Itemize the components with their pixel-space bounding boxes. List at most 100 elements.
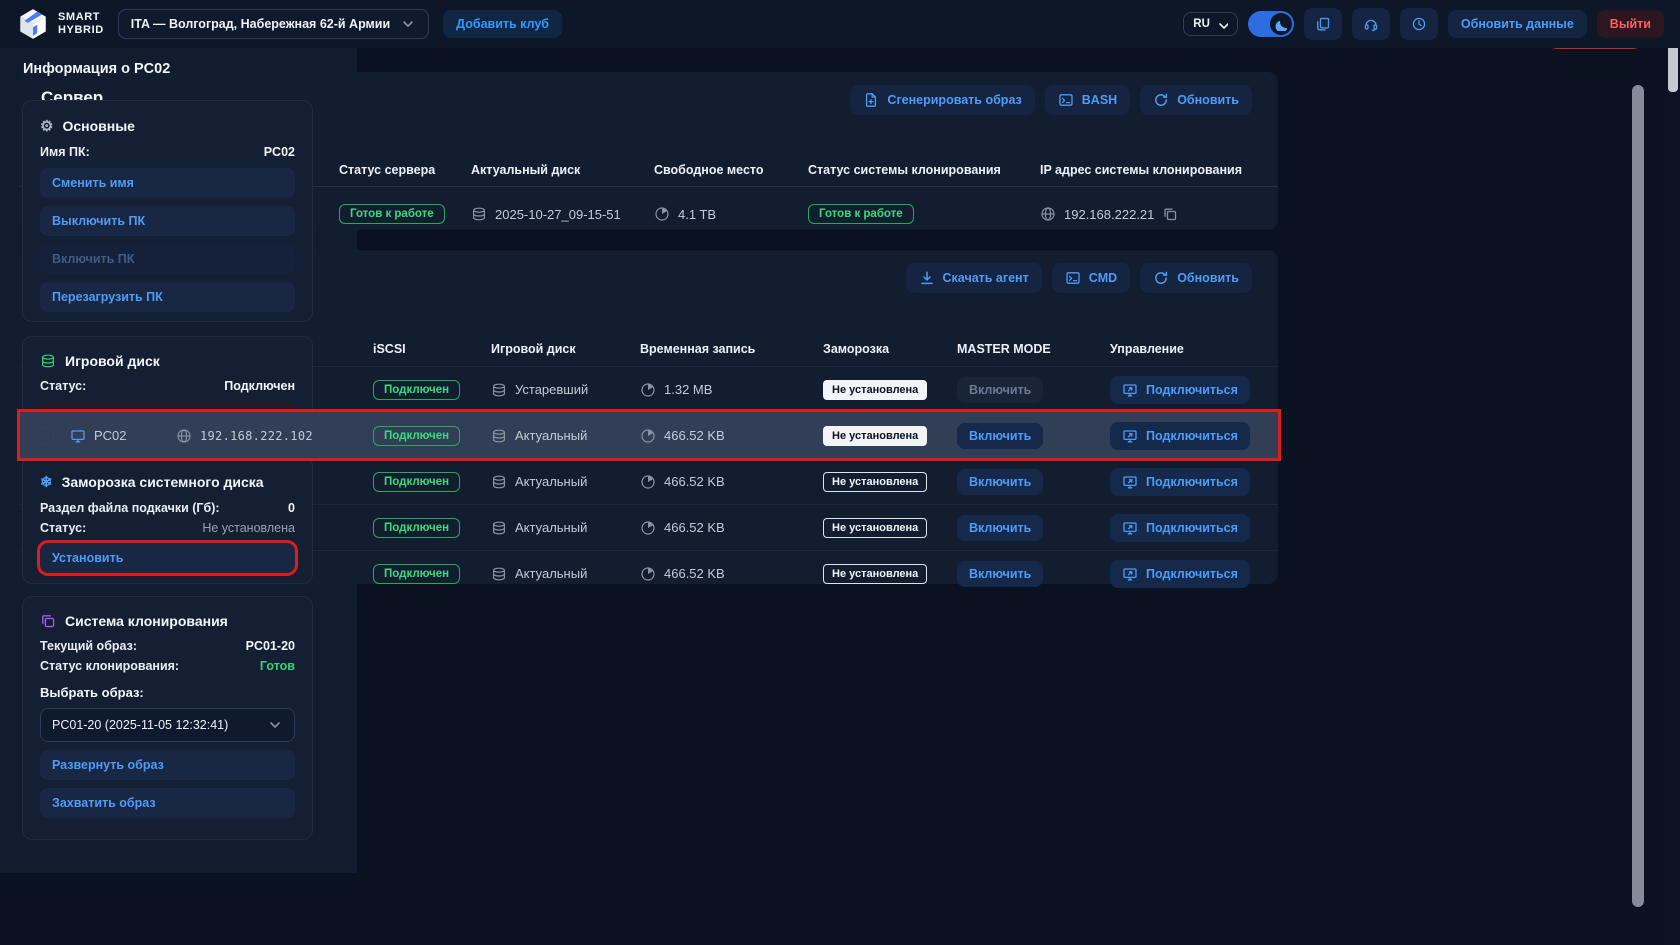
connect-label: Подключиться bbox=[1146, 567, 1238, 581]
game-disk-title: Игровой диск bbox=[65, 353, 160, 369]
club-selector[interactable]: ITA — Волгоград, Набережная 62-й Армии bbox=[118, 9, 429, 39]
sidebar-scrollbar-thumb[interactable] bbox=[1632, 85, 1644, 907]
cmd-button[interactable]: CMD bbox=[1052, 263, 1130, 293]
connect-button[interactable]: Подключиться bbox=[1110, 560, 1250, 588]
generate-image-label: Сгенерировать образ bbox=[887, 93, 1021, 107]
general-card-header: ⚙ Основные bbox=[40, 117, 295, 135]
download-icon bbox=[919, 270, 935, 286]
pcs-refresh-button[interactable]: Обновить bbox=[1140, 263, 1252, 293]
disk-icon bbox=[491, 428, 507, 444]
rename-pc-button[interactable]: Сменить имя bbox=[40, 168, 295, 198]
server-panel-actions: Сгенерировать образ BASH Обновить bbox=[850, 85, 1252, 115]
col-clone-status: Статус системы клонирования bbox=[808, 163, 1040, 177]
cmd-label: CMD bbox=[1089, 271, 1117, 285]
iscsi-cell: Подключен bbox=[373, 472, 491, 492]
game-disk-card-header: Игровой диск bbox=[40, 353, 295, 369]
connect-button[interactable]: Подключиться bbox=[1110, 422, 1250, 450]
image-select[interactable]: PC01-20 (2025-11-05 12:32:41) bbox=[40, 708, 295, 742]
chevron-down-icon bbox=[267, 717, 283, 733]
monitor-connect-icon bbox=[1122, 520, 1138, 536]
manage-cell: Подключиться bbox=[1110, 376, 1260, 404]
connect-button[interactable]: Подключиться bbox=[1110, 376, 1250, 404]
copy-icon[interactable] bbox=[1162, 206, 1178, 222]
pc-name-cell: PC02 bbox=[70, 428, 176, 444]
poweron-pc-button[interactable]: Включить ПК bbox=[40, 244, 295, 274]
window-scrollbar-track[interactable] bbox=[1666, 0, 1680, 945]
monitor-connect-icon bbox=[1122, 474, 1138, 490]
actual-disk-cell: 2025-10-27_09-15-51 bbox=[471, 206, 654, 222]
brand-text: SMART HYBRID bbox=[58, 11, 104, 36]
connect-button[interactable]: Подключиться bbox=[1110, 468, 1250, 496]
game-disk-value: Актуальный bbox=[515, 428, 587, 443]
clone-status-cell: Готов к работе bbox=[808, 204, 1040, 224]
clone-status-value: Готов bbox=[260, 659, 295, 673]
master-mode-button[interactable]: Включить bbox=[957, 377, 1043, 403]
bash-label: BASH bbox=[1082, 93, 1117, 107]
install-freeze-button[interactable]: Установить bbox=[40, 543, 295, 573]
game-disk-value: Устаревший bbox=[515, 382, 588, 397]
temp-write-value: 466.52 KB bbox=[664, 474, 725, 489]
disk-icon bbox=[491, 382, 507, 398]
connect-label: Подключиться bbox=[1146, 429, 1238, 443]
disk-icon bbox=[491, 520, 507, 536]
pc-row-pc02[interactable]: PC02 192.168.222.102 Подключен Актуальны… bbox=[20, 412, 1278, 458]
freeze-status-label: Статус: bbox=[40, 521, 86, 535]
swap-label: Раздел файла подкачки (Гб): bbox=[40, 501, 220, 515]
row-checkbox[interactable] bbox=[38, 428, 54, 444]
download-agent-button[interactable]: Скачать агент bbox=[906, 263, 1042, 293]
clone-ip-cell: 192.168.222.21 bbox=[1040, 206, 1257, 222]
master-mode-cell: Включить bbox=[957, 561, 1110, 587]
add-club-button[interactable]: Добавить клуб bbox=[443, 10, 562, 38]
docs-button[interactable] bbox=[1304, 8, 1342, 40]
master-mode-cell: Включить bbox=[957, 515, 1110, 541]
reboot-pc-button[interactable]: Перезагрузить ПК bbox=[40, 282, 295, 312]
generate-image-button[interactable]: Сгенерировать образ bbox=[850, 85, 1034, 115]
connect-label: Подключиться bbox=[1146, 521, 1238, 535]
shutdown-pc-button[interactable]: Выключить ПК bbox=[40, 206, 295, 236]
current-image-label: Текущий образ: bbox=[40, 639, 137, 653]
clone-card-header: Система клонирования bbox=[40, 613, 295, 629]
download-agent-label: Скачать агент bbox=[943, 271, 1029, 285]
master-mode-button[interactable]: Включить bbox=[957, 423, 1043, 449]
free-space-value: 4.1 TB bbox=[678, 207, 716, 222]
pcs-panel-actions: Скачать агент CMD Обновить bbox=[906, 263, 1252, 293]
theme-toggle[interactable] bbox=[1248, 11, 1294, 37]
iscsi-badge: Подключен bbox=[373, 426, 460, 446]
master-mode-cell: Включить bbox=[957, 469, 1110, 495]
clone-icon bbox=[40, 613, 56, 629]
master-mode-button[interactable]: Включить bbox=[957, 561, 1043, 587]
disk-icon bbox=[491, 474, 507, 490]
refresh-data-button[interactable]: Обновить данные bbox=[1448, 10, 1587, 38]
file-plus-icon bbox=[863, 92, 879, 108]
server-refresh-button[interactable]: Обновить bbox=[1140, 85, 1252, 115]
pc-ip: 192.168.222.102 bbox=[200, 429, 313, 443]
pc-name-value: PC02 bbox=[264, 145, 295, 159]
iscsi-cell: Подключен bbox=[373, 426, 491, 446]
monitor-connect-icon bbox=[1122, 382, 1138, 398]
server-refresh-label: Обновить bbox=[1177, 93, 1239, 107]
logout-button[interactable]: Выйти bbox=[1597, 10, 1664, 38]
pie-chart-icon bbox=[640, 474, 656, 490]
freeze-title: Заморозка системного диска bbox=[62, 474, 264, 490]
capture-image-button[interactable]: Захватить образ bbox=[40, 788, 295, 818]
general-title: Основные bbox=[62, 118, 135, 134]
support-button[interactable] bbox=[1352, 8, 1390, 40]
current-image-row: Текущий образ: PC01-20 bbox=[40, 639, 295, 653]
history-button[interactable] bbox=[1400, 8, 1438, 40]
language-value: RU bbox=[1193, 18, 1210, 30]
bash-button[interactable]: BASH bbox=[1045, 85, 1130, 115]
pie-chart-icon bbox=[640, 428, 656, 444]
club-selector-value: ITA — Волгоград, Набережная 62-й Армии bbox=[131, 17, 390, 31]
temp-write-cell: 466.52 KB bbox=[640, 474, 823, 490]
col-clone-ip: IP адрес системы клонирования bbox=[1040, 163, 1257, 177]
deploy-image-button[interactable]: Развернуть образ bbox=[40, 750, 295, 780]
language-selector[interactable]: RU bbox=[1183, 12, 1238, 36]
master-mode-button[interactable]: Включить bbox=[957, 515, 1043, 541]
disk-icon bbox=[491, 566, 507, 582]
game-disk-status-label: Статус: bbox=[40, 379, 86, 393]
manage-cell: Подключиться bbox=[1110, 514, 1260, 542]
freeze-cell: Не установлена bbox=[823, 380, 957, 400]
connect-button[interactable]: Подключиться bbox=[1110, 514, 1250, 542]
master-mode-button[interactable]: Включить bbox=[957, 469, 1043, 495]
freeze-status-row: Статус: Не установлена bbox=[40, 521, 295, 535]
